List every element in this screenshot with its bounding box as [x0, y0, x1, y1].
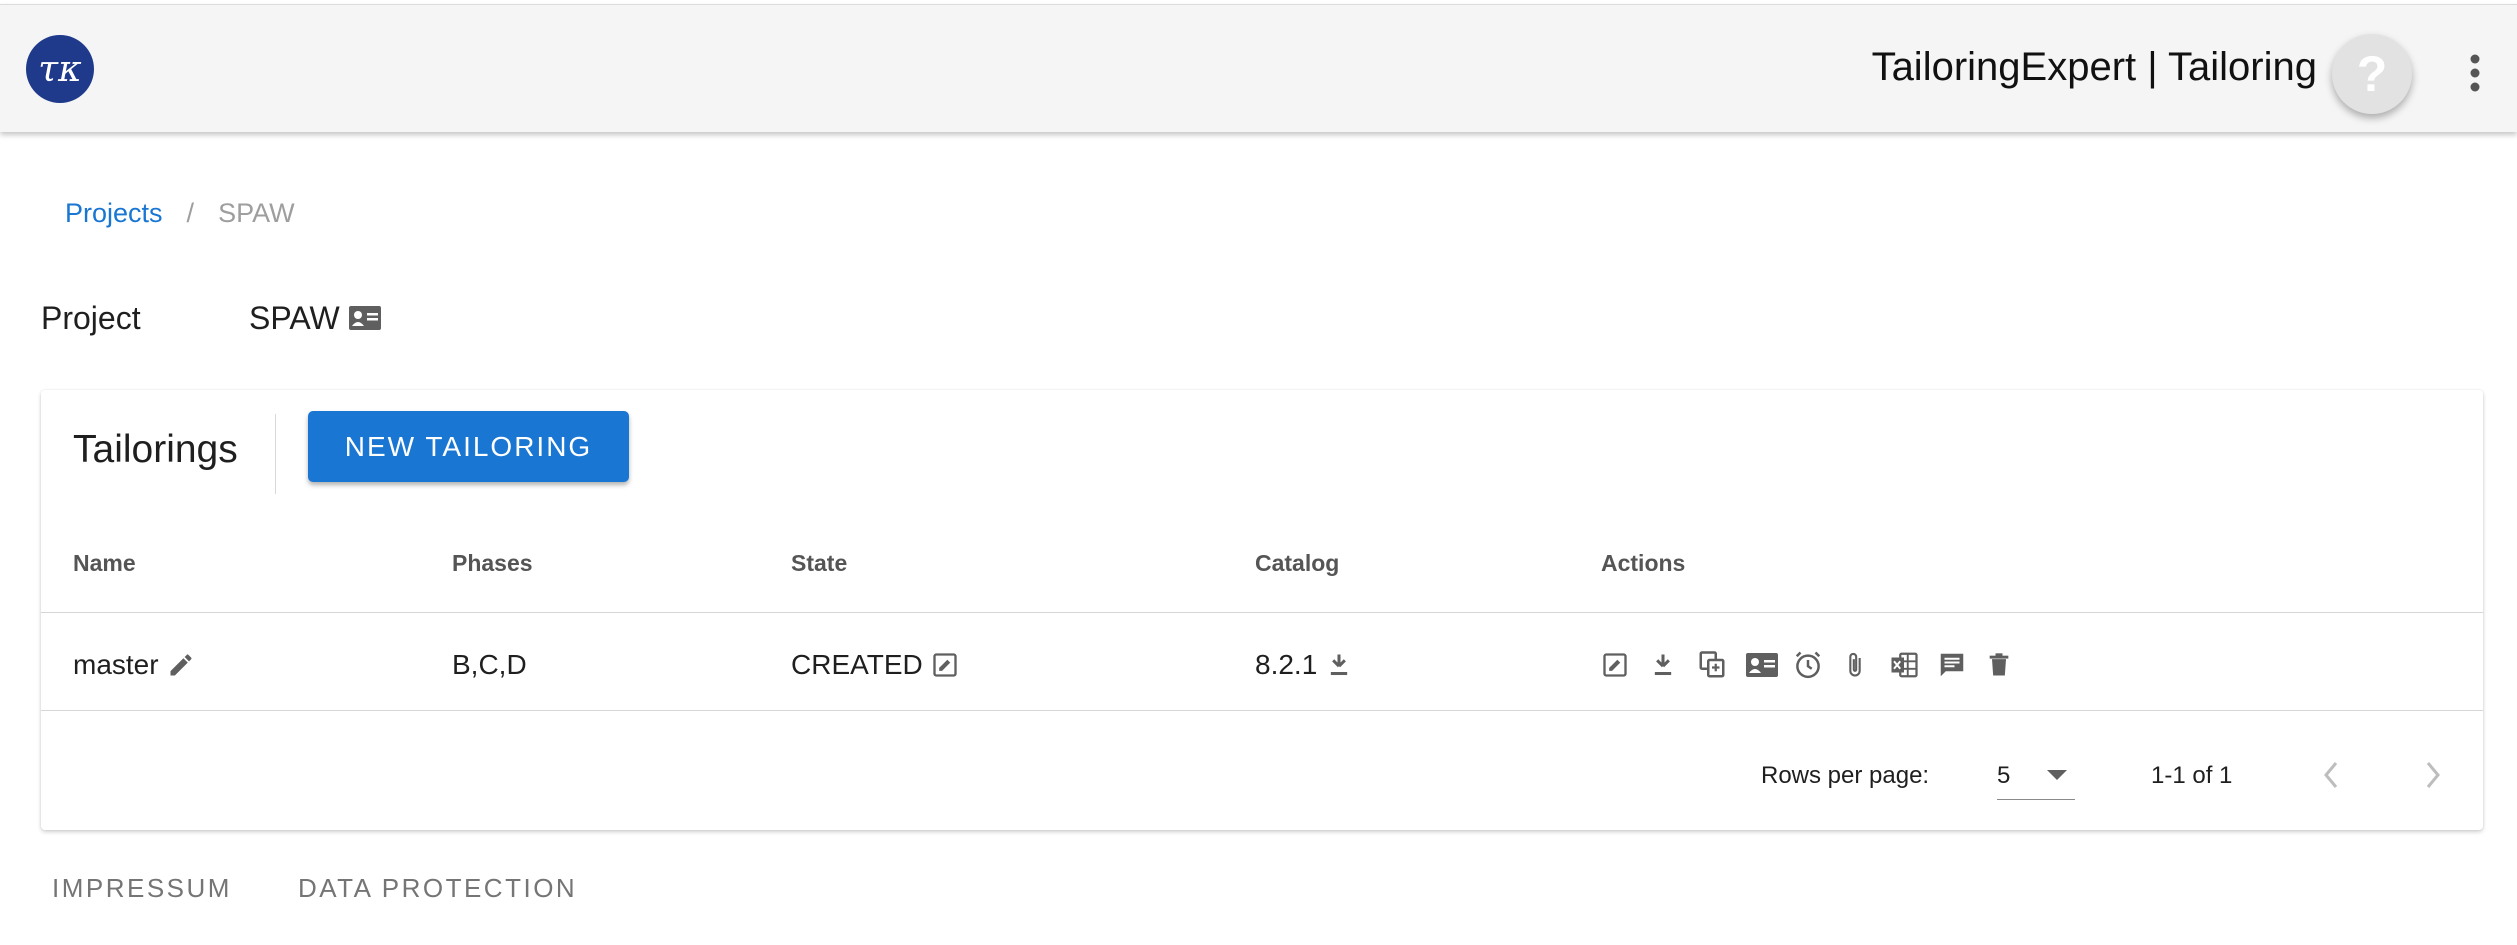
table-header-divider: [41, 612, 2483, 613]
project-info: Project SPAW: [41, 298, 382, 338]
column-header-catalog[interactable]: Catalog: [1255, 550, 1339, 577]
chevron-left-icon: [2324, 762, 2338, 788]
clock-check-icon[interactable]: [1793, 647, 1841, 683]
copy-compare-icon[interactable]: [1697, 647, 1745, 683]
id-card-icon[interactable]: [1745, 647, 1793, 683]
catalog-download-icon[interactable]: [1325, 651, 1353, 679]
chevron-right-icon: [2426, 762, 2440, 788]
rows-per-page-value: 5: [1997, 762, 2011, 789]
caret-down-icon: [2047, 770, 2067, 780]
data-protection-link[interactable]: DATA PROTECTION: [298, 873, 577, 904]
project-name: SPAW: [249, 299, 340, 336]
column-header-phases[interactable]: Phases: [452, 550, 533, 577]
project-details-icon[interactable]: [348, 305, 382, 331]
tailoringexpert-logo[interactable]: τκ: [26, 35, 94, 103]
attachment-icon[interactable]: [1841, 647, 1889, 683]
delete-icon[interactable]: [1985, 647, 2033, 683]
comment-icon[interactable]: [1937, 647, 1985, 683]
tailoring-phases: B,C,D: [452, 649, 527, 680]
breadcrumb: Projects / SPAW: [65, 198, 295, 229]
title-divider: [275, 414, 276, 494]
table-row-divider: [41, 710, 2483, 711]
tailoring-name: master: [73, 649, 159, 680]
more-vertical-icon: [2470, 54, 2480, 92]
next-page-button[interactable]: [2421, 758, 2445, 797]
new-tailoring-button[interactable]: NEW TAILORING: [308, 411, 629, 482]
project-label: Project: [41, 299, 141, 336]
excel-icon[interactable]: [1889, 647, 1937, 683]
more-menu-button[interactable]: [2460, 45, 2490, 101]
help-button[interactable]: ?: [2332, 34, 2412, 114]
impressum-link[interactable]: IMPRESSUM: [52, 873, 232, 904]
help-icon: ?: [2356, 46, 2388, 102]
tailoring-catalog: 8.2.1: [1255, 649, 1318, 680]
svg-text:τκ: τκ: [38, 49, 82, 90]
tailoring-state: CREATED: [791, 649, 923, 680]
rows-per-page-select[interactable]: 5: [1997, 750, 2075, 800]
column-header-actions: Actions: [1601, 550, 1686, 576]
pagination-range: 1-1 of 1: [2151, 762, 2233, 789]
breadcrumb-current: SPAW: [218, 198, 295, 228]
edit-state-icon[interactable]: [931, 651, 959, 679]
column-header-name[interactable]: Name: [73, 550, 136, 577]
app-title: TailoringExpert | Tailoring: [1871, 45, 2317, 89]
edit-box-icon[interactable]: [1601, 647, 1649, 683]
rows-per-page-label: Rows per page:: [1761, 762, 1930, 789]
table-pagination: Rows per page: 5 1-1 of 1: [41, 750, 2483, 800]
tailorings-title: Tailorings: [73, 428, 238, 471]
footer-links: IMPRESSUM DATA PROTECTION: [52, 873, 643, 904]
app-header: τκ TailoringExpert | Tailoring ?: [0, 4, 2517, 132]
breadcrumb-projects-link[interactable]: Projects: [65, 198, 163, 229]
column-header-state[interactable]: State: [791, 550, 847, 577]
breadcrumb-separator: /: [186, 198, 195, 228]
tailorings-card: Tailorings NEW TAILORING Name Phases Sta…: [41, 390, 2483, 830]
download-icon[interactable]: [1649, 647, 1697, 683]
row-actions: [1601, 647, 2033, 683]
previous-page-button[interactable]: [2319, 758, 2343, 797]
edit-name-pencil-icon[interactable]: [167, 651, 195, 679]
